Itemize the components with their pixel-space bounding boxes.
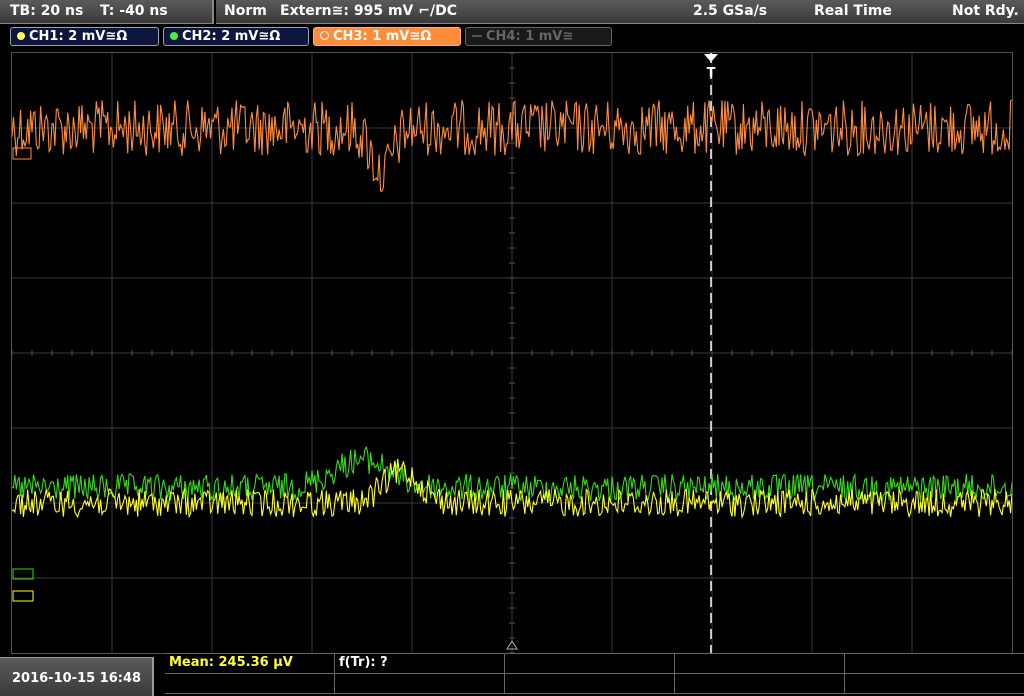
waveform-display[interactable]: T [11, 52, 1013, 654]
mean-measurement: Mean: 245.36 µV [169, 655, 293, 670]
channel-1-dot-icon [17, 32, 25, 40]
graticule [12, 53, 1012, 653]
measurement-cell-empty-4[interactable] [165, 674, 335, 694]
channel-1-tab[interactable]: CH1: 2 mV≅Ω [10, 27, 159, 46]
channel-4-off-icon [472, 35, 482, 37]
timebase-label: TB: 20 ns [10, 3, 84, 19]
channel-1-label: CH1: 2 mV≅Ω [29, 29, 128, 44]
measurement-cell-empty-1[interactable] [505, 654, 675, 674]
channel-tabs: CH1: 2 mV≅Ω CH2: 2 mV≅Ω CH3: 1 mV≅Ω CH4:… [0, 24, 1024, 50]
trigger-time-label: T: -40 ns [100, 3, 168, 19]
measurement-cell-freq[interactable]: f(Tr): ? [335, 654, 505, 674]
channel-4-tab[interactable]: CH4: 1 mV≅ [465, 27, 612, 46]
acquisition-panel[interactable]: Norm Extern≅: 995 mV ⌐/DC 2.5 GSa/s Real… [216, 0, 1024, 24]
measurement-table: Mean: 245.36 µV f(Tr): ? [165, 653, 1024, 696]
timebase-panel[interactable]: TB: 20 ns T: -40 ns [0, 0, 214, 24]
trigger-mode-label: Norm [224, 3, 267, 19]
channel-2-label: CH2: 2 mV≅Ω [182, 29, 281, 44]
measurement-cell-mean[interactable]: Mean: 245.36 µV [165, 654, 335, 674]
state-label: Not Rdy. [952, 3, 1019, 19]
channel-3-label: CH3: 1 mV≅Ω [333, 29, 432, 44]
status-bar: TB: 20 ns T: -40 ns Norm Extern≅: 995 mV… [0, 0, 1024, 24]
sample-rate-label: 2.5 GSa/s [693, 3, 768, 19]
trigger-marker-label: T [707, 66, 716, 81]
channel-3-dot-icon [320, 31, 329, 40]
measurement-cell-empty-8[interactable] [845, 674, 1024, 694]
channel-1-offset-marker[interactable] [12, 590, 34, 602]
channel-2-dot-icon [170, 32, 178, 40]
datetime-label: 2016-10-15 16:48 [12, 671, 142, 686]
freq-measurement: f(Tr): ? [339, 655, 388, 670]
acquisition-mode-label: Real Time [814, 3, 892, 19]
channel-2-tab[interactable]: CH2: 2 mV≅Ω [163, 27, 309, 46]
measurement-cell-empty-6[interactable] [505, 674, 675, 694]
trigger-position-arrow-icon[interactable] [704, 54, 718, 62]
datetime-panel: 2016-10-15 16:48 [0, 657, 154, 696]
measurement-cell-empty-2[interactable] [675, 654, 845, 674]
measurement-cell-empty-7[interactable] [675, 674, 845, 694]
measurement-cell-empty-3[interactable] [845, 654, 1024, 674]
channel-3-tab[interactable]: CH3: 1 mV≅Ω [313, 27, 461, 46]
trigger-source-label: Extern≅: 995 mV ⌐/DC [280, 3, 457, 19]
measurement-cell-empty-5[interactable] [335, 674, 505, 694]
channel-4-label: CH4: 1 mV≅ [486, 29, 574, 44]
